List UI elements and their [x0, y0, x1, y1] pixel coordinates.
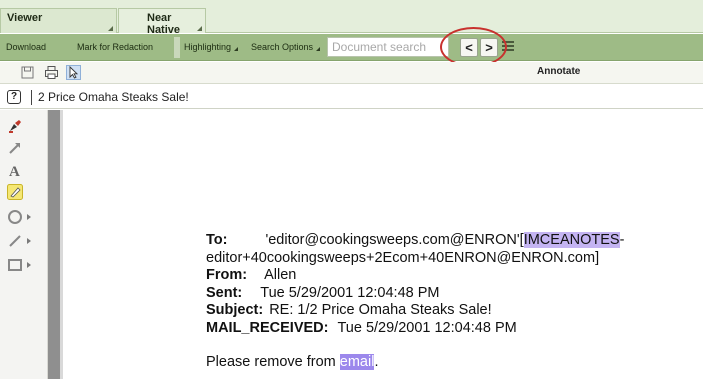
search-hit-current: email	[339, 354, 375, 370]
to-line: To: 'editor@cookingsweeps.com@ENRON'[IMCE…	[206, 232, 701, 250]
sent-label: Sent:	[206, 284, 243, 301]
dropdown-corner-icon	[234, 47, 239, 51]
received-label: MAIL_RECEIVED:	[206, 319, 329, 336]
tab-viewer-label: Viewer	[7, 12, 43, 24]
sent-value: Tue 5/29/2001 12:04:48 PM	[260, 284, 440, 301]
chevron-right-icon[interactable]	[27, 238, 31, 244]
toolbar-divider	[174, 37, 180, 58]
annotate-bar: Annotate	[0, 62, 703, 84]
mark-for-redaction-button[interactable]: Mark for Redaction	[77, 42, 153, 52]
annotate-label: Annotate	[537, 66, 581, 77]
document-title: 2 Price Omaha Steaks Sale!	[38, 90, 189, 104]
save-icon[interactable]	[20, 65, 35, 80]
search-options-label: Search Options	[251, 42, 314, 52]
select-pointer-icon[interactable]	[66, 65, 81, 80]
highlighting-menu[interactable]: Highlighting	[184, 42, 239, 52]
document-search-input[interactable]	[327, 37, 449, 57]
to-tail: -	[619, 232, 625, 248]
from-value: Allen	[264, 267, 297, 283]
to-label: To:	[206, 232, 228, 248]
tab-bar: Viewer Near Native	[0, 0, 703, 36]
ellipse-tool-icon[interactable]	[7, 209, 23, 225]
chevron-right-icon[interactable]	[27, 262, 31, 268]
arrow-tool-icon[interactable]	[7, 140, 23, 156]
rectangle-tool-icon[interactable]	[7, 257, 23, 273]
received-line: MAIL_RECEIVED: Tue 5/29/2001 12:04:48 PM	[206, 320, 701, 338]
to-value: 'editor@cookingsweeps.com@ENRON'[	[265, 232, 524, 248]
search-options-menu[interactable]: Search Options	[251, 42, 321, 52]
highlighting-label: Highlighting	[184, 42, 232, 52]
tab-corner-icon	[108, 26, 113, 31]
body-text: Please remove from	[206, 354, 340, 370]
body-tail: .	[374, 354, 379, 370]
subject-label: Subject:	[206, 302, 264, 318]
search-hit-highlight: IMCEANOTES	[523, 232, 620, 248]
text-tool-icon[interactable]: A	[7, 162, 23, 178]
sent-line: Sent: Tue 5/29/2001 12:04:48 PM	[206, 285, 701, 303]
email-content: To: 'editor@cookingsweeps.com@ENRON'[IMCE…	[206, 232, 701, 372]
line-tool-icon[interactable]	[7, 233, 23, 249]
tab-near-native-label: Near Native	[147, 12, 181, 36]
document-header: ? 2 Price Omaha Steaks Sale!	[0, 85, 703, 109]
callout-oval	[440, 27, 507, 67]
svg-text:A: A	[9, 164, 20, 178]
subject-line: Subject: RE: 1/2 Price Omaha Steaks Sale!	[206, 302, 701, 320]
tab-viewer[interactable]: Viewer	[0, 8, 117, 33]
from-line: From: Allen	[206, 267, 701, 285]
tab-corner-icon	[197, 26, 202, 31]
subject-value: RE: 1/2 Price Omaha Steaks Sale!	[269, 302, 492, 318]
annotation-palette: A	[0, 110, 48, 379]
print-icon[interactable]	[44, 65, 59, 80]
received-value: Tue 5/29/2001 12:04:48 PM	[337, 319, 517, 336]
from-label: From:	[206, 267, 248, 283]
chevron-right-icon[interactable]	[27, 214, 31, 220]
tab-near-native[interactable]: Near Native	[118, 8, 206, 36]
help-icon[interactable]: ?	[7, 90, 21, 104]
dropdown-corner-icon	[316, 47, 321, 51]
redaction-marker-icon[interactable]	[7, 118, 23, 134]
highlighter-icon[interactable]	[7, 184, 23, 200]
download-button[interactable]: Download	[6, 42, 46, 52]
to-line-continued: editor+40cookingsweeps+2Ecom+40ENRON@ENR…	[206, 249, 600, 266]
header-divider	[31, 90, 32, 105]
body-line: Please remove from email.	[206, 354, 701, 372]
